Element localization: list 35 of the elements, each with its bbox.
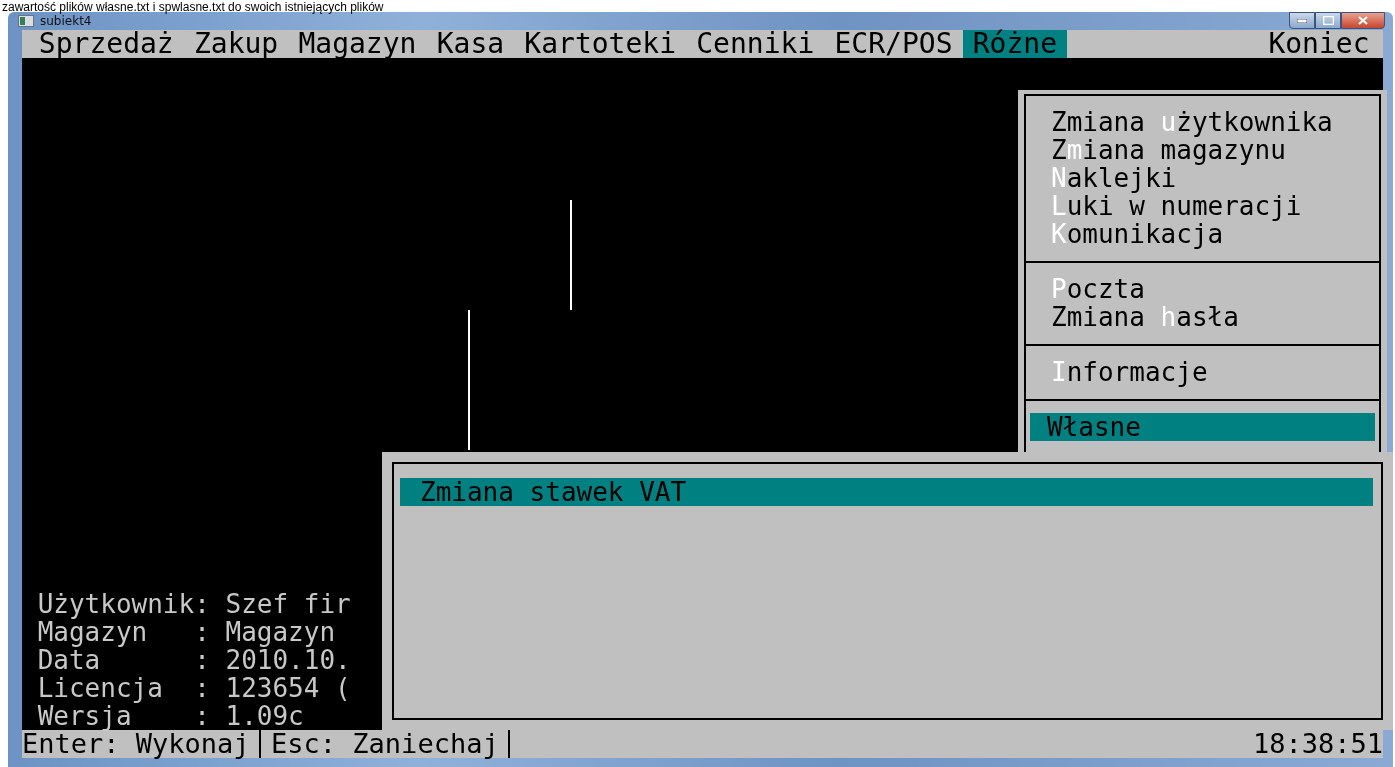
menu-item[interactable]: Magazyn [288,30,427,58]
clock-text: 18:38:51 [1252,730,1383,758]
key-hint: Esc: Zaniechaj [261,730,511,758]
window-icon [18,15,34,27]
menu-item[interactable]: Koniec [1258,30,1380,58]
menu-item[interactable]: Zakup [183,30,289,58]
maximize-icon [1322,16,1334,25]
menu-item[interactable]: Sprzedaż [28,30,184,58]
window-title: subiekt4 [40,14,92,28]
menu-item[interactable]: Kartoteki [514,30,687,58]
minimize-button[interactable] [1289,12,1315,29]
info-line: Użytkownik: Szef fir [37,590,351,618]
menu-entry[interactable]: Naklejki [1030,164,1375,192]
menu-item[interactable]: Różne [962,30,1068,58]
menu-entry[interactable]: Zmiana użytkownika [1030,108,1375,136]
info-line: Licencja : 123654 ( [37,674,351,702]
minimize-icon [1297,18,1307,23]
menu-entry[interactable]: Własne [1030,413,1375,441]
menu-item[interactable]: Cenniki [686,30,825,58]
close-icon [1358,16,1368,25]
key-hint: Enter: Wykonaj [22,730,262,758]
menu-entry[interactable]: Zmiana magazynu [1030,136,1375,164]
menu-entry[interactable]: Komunikacja [1030,220,1375,248]
menu-item[interactable]: Kasa [426,30,515,58]
menu-entry[interactable]: Zmiana hasła [1030,303,1375,331]
submenu-entry[interactable]: Zmiana stawek VAT [400,478,1373,506]
info-line: Magazyn : Magazyn [37,618,337,646]
caption-text: zawartość plików własne.txt i spwlasne.txt do swoich istniejących plików [1,0,385,12]
info-line: Data : 2010.10. [37,646,351,674]
menu-entry[interactable]: Luki w numeracji [1030,192,1375,220]
maximize-button[interactable] [1315,12,1341,29]
menu-entry[interactable]: Poczta [1030,275,1375,303]
info-line: Wersja : 1.09c [37,702,305,730]
menu-item[interactable]: ECR/POS [824,30,963,58]
close-button[interactable] [1341,12,1385,29]
